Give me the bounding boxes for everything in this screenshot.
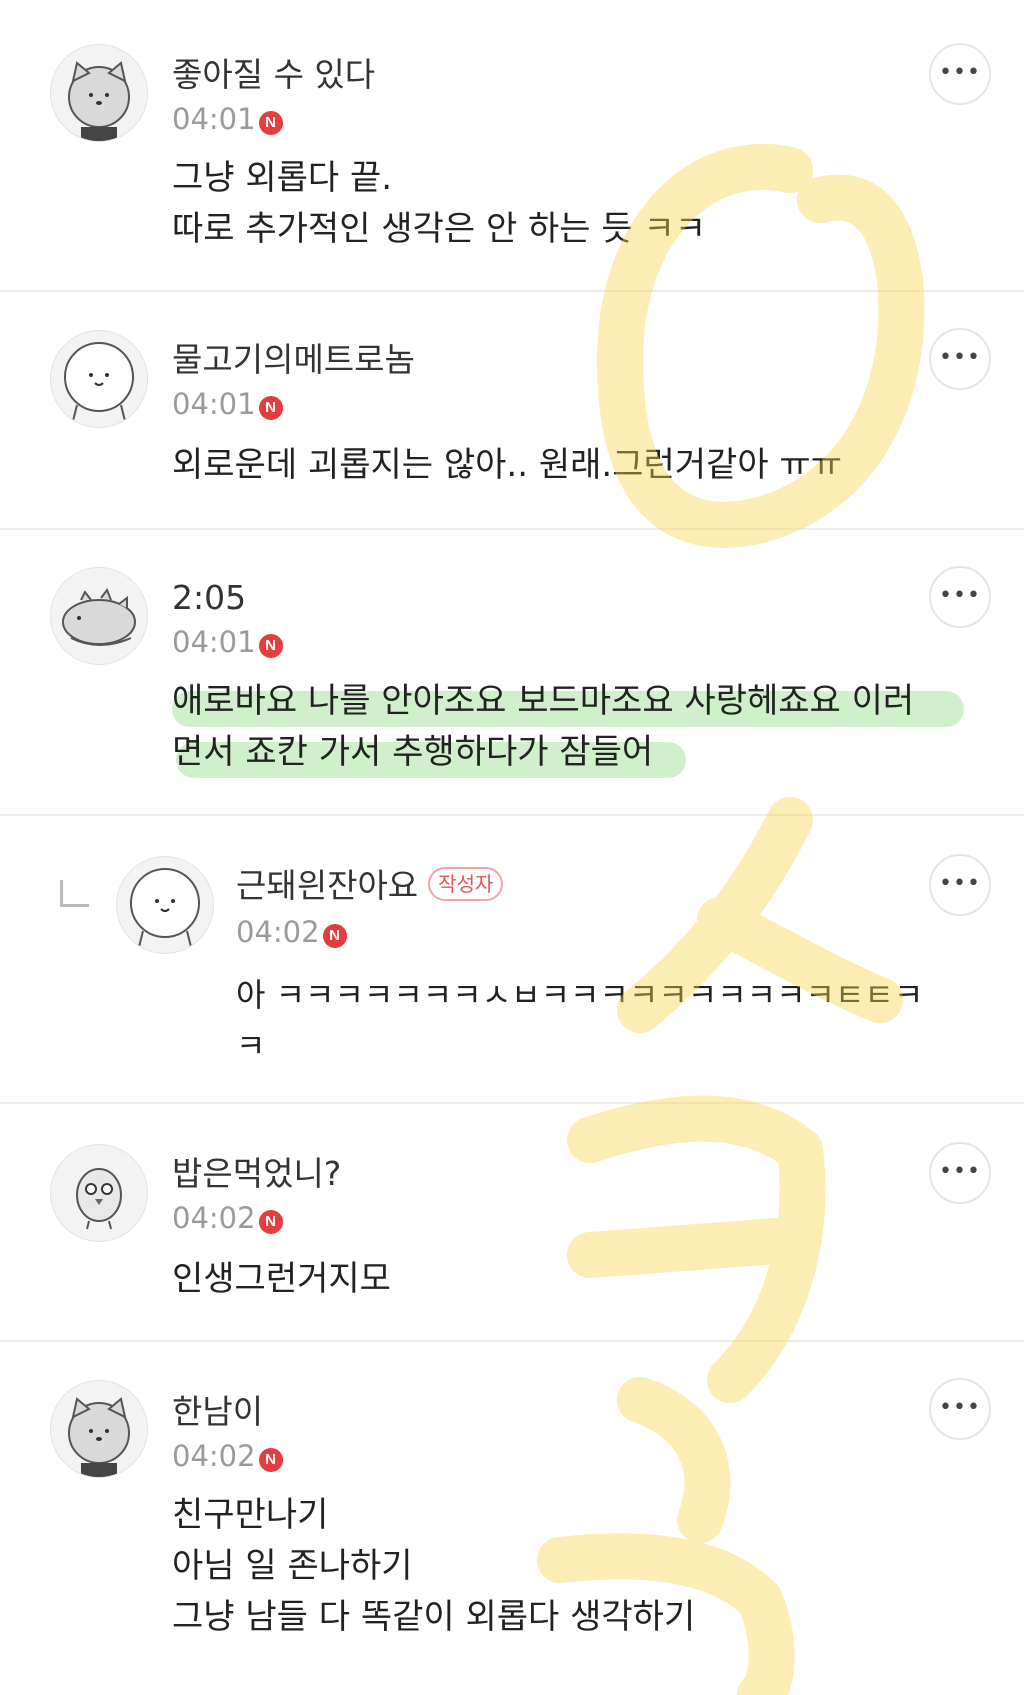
comment-author[interactable]: 좋아질 수 있다 (172, 55, 375, 95)
more-options-button[interactable]: ••• (929, 43, 991, 105)
comment-author[interactable]: 밥은먹었니? (172, 1154, 341, 1194)
comment-body: 애로바요 나를 안아조요 보드마조요 사랑헤죠요 이러 면서 죠칸 가서 추행하… (172, 681, 915, 772)
comment-time: 04:01 N (172, 101, 283, 137)
comment-item: 물고기의메트로놈 04:01 N ••• 외로운데 괴롭지는 않아.. 원래.그런… (0, 290, 1024, 530)
comment-time: 04:01 N (172, 624, 283, 660)
comment-item: 좋아질 수 있다 04:01 N ••• 그냥 외롭다 끝. 따로 추가적인 생각… (0, 0, 1024, 292)
new-badge: N (258, 634, 283, 658)
comment-time: 04:02 N (172, 1438, 283, 1474)
blob-avatar-icon[interactable] (116, 856, 214, 954)
comment-time: 04:02 N (172, 1200, 283, 1236)
comment-author[interactable]: 2:05 (172, 578, 246, 618)
blob-avatar-icon[interactable] (50, 330, 148, 428)
reply-indicator-icon (60, 880, 89, 907)
comment-body: 그냥 외롭다 끝. 따로 추가적인 생각은 안 하는 듯 ㅋㅋ (172, 158, 707, 249)
new-badge: N (258, 1210, 283, 1234)
new-badge: N (258, 111, 283, 135)
comment-body: 아 ㅋㅋㅋㅋㅋㅋㅋㅅㅂㅋㅋㅋㅋㅋㅋㅋㅋㅋㅋㅌㅌㅋ ㅋ (236, 976, 924, 1065)
reply-item: 근돼읜잔아요 작성자 04:02 N ••• 아 ㅋㅋㅋㅋㅋㅋㅋㅅㅂㅋㅋㅋㅋㅋㅋㅋㅋ… (0, 814, 1024, 1104)
comment-item: 한남이 04:02 N ••• 친구만나기 아님 일 존나하기 그냥 남들 다 똑… (0, 1340, 1024, 1695)
bird-avatar-icon[interactable] (50, 1144, 148, 1242)
writer-tag: 작성자 (428, 867, 504, 901)
dino-avatar-icon[interactable] (50, 567, 148, 665)
comment-time: 04:01 N (172, 386, 283, 422)
new-badge: N (322, 924, 347, 948)
new-badge: N (258, 1448, 283, 1472)
comment-author[interactable]: 물고기의메트로놈 (172, 340, 415, 380)
more-options-button[interactable]: ••• (929, 854, 991, 916)
more-options-button[interactable]: ••• (929, 566, 991, 628)
new-badge: N (258, 396, 283, 420)
more-options-button[interactable]: ••• (929, 1378, 991, 1440)
comment-item: 밥은먹었니? 04:02 N ••• 인생그런거지모 (0, 1102, 1024, 1342)
comment-body: 인생그런거지모 (172, 1259, 391, 1299)
comment-body: 외로운데 괴롭지는 않아.. 원래.그런거같아 ㅠㅠ (172, 445, 842, 485)
more-options-button[interactable]: ••• (929, 1142, 991, 1204)
cat-avatar-icon[interactable] (50, 44, 148, 142)
comment-author[interactable]: 근돼읜잔아요 작성자 (236, 866, 504, 906)
comment-item: 2:05 04:01 N ••• 애로바요 나를 안아조요 보드마조요 사랑헤죠요… (0, 528, 1024, 816)
more-options-button[interactable]: ••• (929, 328, 991, 390)
cat-avatar-icon[interactable] (50, 1380, 148, 1478)
comment-body: 친구만나기 아님 일 존나하기 그냥 남들 다 똑같이 외롭다 생각하기 (172, 1495, 696, 1637)
comment-author[interactable]: 한남이 (172, 1392, 263, 1432)
comment-time: 04:02 N (236, 914, 347, 950)
